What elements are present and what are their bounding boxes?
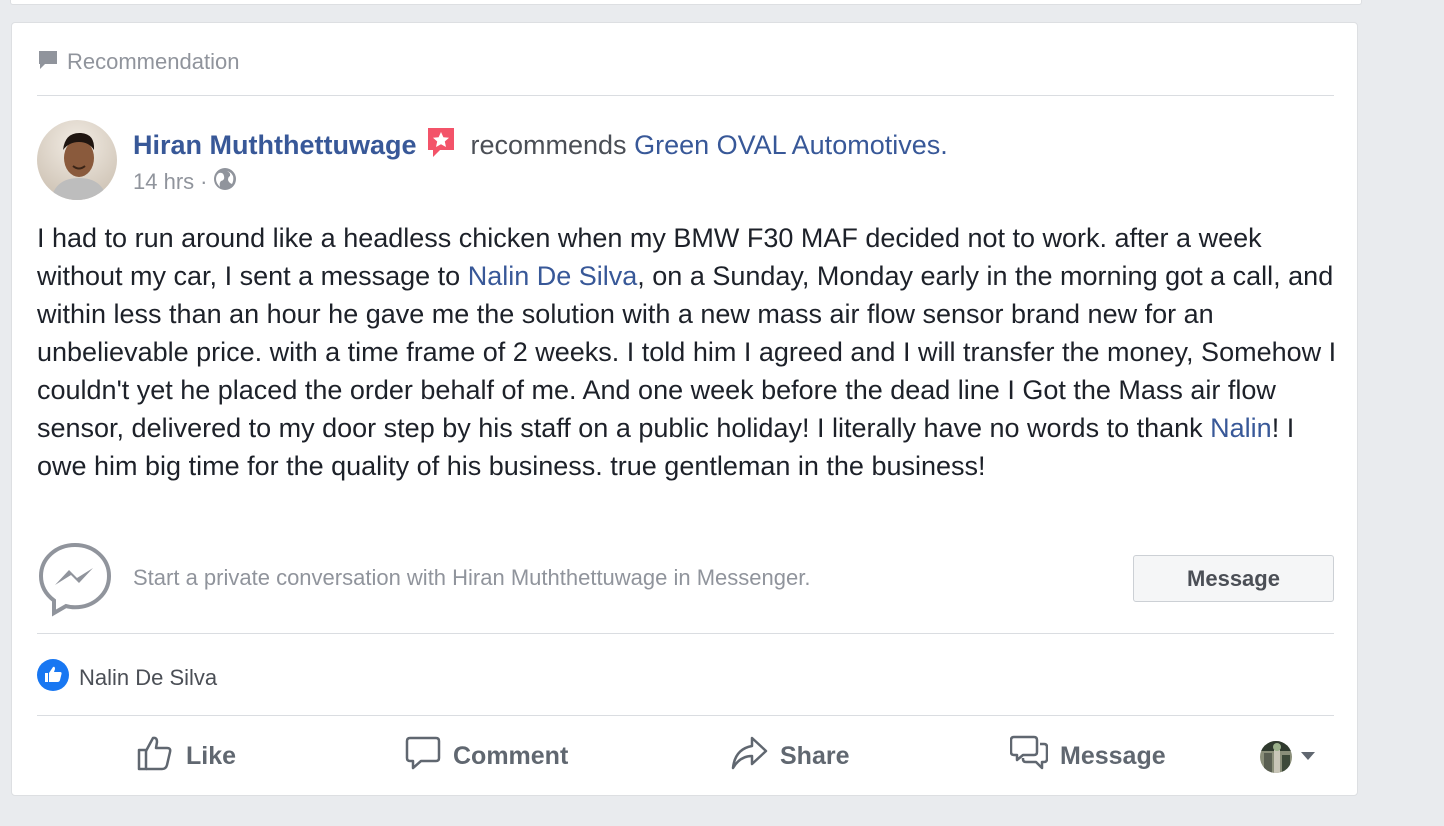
comment-label: Comment xyxy=(453,741,569,770)
post-body: I had to run around like a headless chic… xyxy=(37,219,1337,485)
caret-down-icon xyxy=(1300,748,1316,766)
messenger-prompt: Start a private conversation with Hiran … xyxy=(133,565,811,590)
like-reaction-icon xyxy=(37,659,69,696)
reactions-summary[interactable]: Nalin De Silva xyxy=(37,659,217,696)
like-label: Like xyxy=(186,741,237,770)
mention-link-nalin[interactable]: Nalin xyxy=(1210,413,1272,443)
post-timestamp[interactable]: 14 hrs xyxy=(133,169,194,195)
share-button[interactable]: Share xyxy=(730,733,849,779)
star-badge-icon xyxy=(425,126,457,165)
recommends-verb: recommends xyxy=(470,130,627,160)
section-label: Recommendation xyxy=(67,49,240,74)
post-as-selector[interactable] xyxy=(1260,741,1316,773)
share-label: Share xyxy=(780,741,850,770)
author-name-link[interactable]: Hiran Muththettuwage xyxy=(133,130,417,161)
message-icon xyxy=(1009,735,1049,778)
message-action-label: Message xyxy=(1060,741,1166,770)
actor-avatar xyxy=(1260,741,1292,773)
previous-card-edge xyxy=(10,0,1362,5)
page-link[interactable]: Green OVAL Automotives xyxy=(634,130,940,161)
messenger-icon xyxy=(37,541,113,622)
title-suffix: . xyxy=(940,130,948,160)
recommendation-post: Recommendation Hiran Muththettuwage reco… xyxy=(11,22,1358,796)
globe-icon[interactable] xyxy=(213,167,237,197)
post-header: Recommendation xyxy=(37,49,239,75)
thumbs-up-icon xyxy=(136,734,174,779)
post-title: Hiran Muththettuwage recommends Green OV… xyxy=(133,126,948,165)
meta-separator: · xyxy=(200,169,208,194)
share-icon xyxy=(730,735,768,778)
comment-button[interactable]: Comment xyxy=(405,733,568,779)
comment-icon xyxy=(405,735,441,778)
messenger-divider xyxy=(37,633,1334,634)
comment-bubble-icon xyxy=(37,49,59,76)
like-button[interactable]: Like xyxy=(136,733,236,779)
reactions-divider xyxy=(37,715,1334,716)
post-meta: 14 hrs · xyxy=(133,167,237,197)
message-button[interactable]: Message xyxy=(1133,555,1334,602)
reaction-names[interactable]: Nalin De Silva xyxy=(79,665,217,691)
mention-link-nalin-de-silva[interactable]: Nalin De Silva xyxy=(468,261,638,291)
message-action-button[interactable]: Message xyxy=(1009,733,1166,779)
author-avatar[interactable] xyxy=(37,120,117,200)
header-divider xyxy=(37,95,1334,96)
